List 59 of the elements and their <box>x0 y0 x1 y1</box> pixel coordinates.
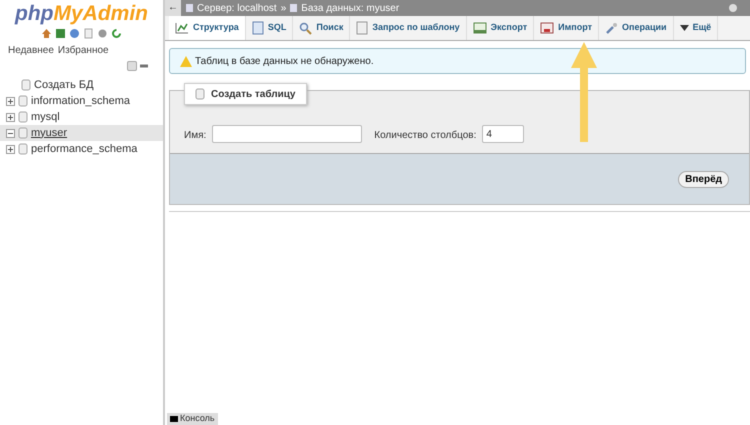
console-icon <box>170 416 178 422</box>
tree-label: mysql <box>31 110 60 125</box>
breadcrumb-link[interactable]: Сервер: localhost <box>197 0 277 16</box>
tab[interactable]: Операции <box>599 16 674 40</box>
name-input-field[interactable] <box>212 125 362 143</box>
expand-icon[interactable] <box>6 96 15 106</box>
database-icon <box>195 88 205 100</box>
field-label: Имя: <box>184 129 206 143</box>
tree-item[interactable]: information_schema <box>0 93 163 109</box>
notice: Таблиц в базе данных не обнаружено. <box>169 48 746 74</box>
breadcrumb-separator: » <box>280 2 286 16</box>
tree-item[interactable]: mysql <box>0 109 163 125</box>
document-icon <box>252 21 264 35</box>
tab[interactable]: Ещё <box>674 16 718 40</box>
search-icon <box>299 22 312 34</box>
tree-label: information_schema <box>31 94 130 109</box>
tab[interactable]: Структура <box>169 16 246 40</box>
console-bar[interactable]: Консоль <box>167 413 218 425</box>
sidebar-tab[interactable]: Избранное <box>58 43 109 58</box>
expand-icon[interactable] <box>6 112 15 122</box>
document-icon <box>356 21 368 35</box>
tab[interactable]: SQL <box>246 16 294 40</box>
database-icon <box>289 3 298 13</box>
collapse-icon[interactable] <box>6 128 15 138</box>
tab[interactable]: Поиск <box>293 16 350 40</box>
tree-item[interactable]: performance_schema <box>0 141 163 157</box>
tree-item[interactable]: Создать БД <box>0 77 163 93</box>
help-icon[interactable] <box>69 28 80 39</box>
back-button[interactable]: ← <box>165 0 181 16</box>
caret-icon <box>680 25 689 31</box>
database-icon <box>18 143 28 155</box>
expand-icon[interactable] <box>6 144 15 154</box>
tree-label: myuser <box>31 126 68 141</box>
server-icon <box>185 3 194 13</box>
go-button[interactable]: Вперёд <box>678 170 729 188</box>
tab[interactable]: Запрос по шаблону <box>350 16 467 40</box>
field-label: Количество столбцов: <box>374 129 476 143</box>
database-icon <box>18 95 28 107</box>
table-icon <box>540 22 554 34</box>
breadcrumb-link[interactable]: База данных: myuser <box>301 0 400 16</box>
tab[interactable]: Экспорт <box>466 16 534 40</box>
database-icon <box>18 127 28 139</box>
reload-icon[interactable] <box>111 28 122 39</box>
database-icon <box>21 79 31 91</box>
document-icon[interactable] <box>83 28 94 39</box>
tab[interactable]: Импорт <box>534 16 600 40</box>
warning-icon <box>180 56 192 66</box>
home-icon[interactable] <box>41 28 52 39</box>
logo: phpMyAdmin <box>14 2 149 26</box>
table-icon <box>472 22 487 34</box>
tree-label: performance_schema <box>31 142 138 157</box>
database-icon <box>18 111 28 123</box>
wrench-icon <box>605 22 618 34</box>
tree-label: Создать БД <box>34 78 94 93</box>
column-count-field[interactable]: 4 <box>482 125 524 143</box>
panel-legend: Создать таблицу <box>184 83 306 105</box>
structure-icon <box>175 22 189 34</box>
tree-item[interactable]: myuser <box>0 125 163 141</box>
sidebar-tab[interactable]: Недавнее <box>8 43 54 58</box>
